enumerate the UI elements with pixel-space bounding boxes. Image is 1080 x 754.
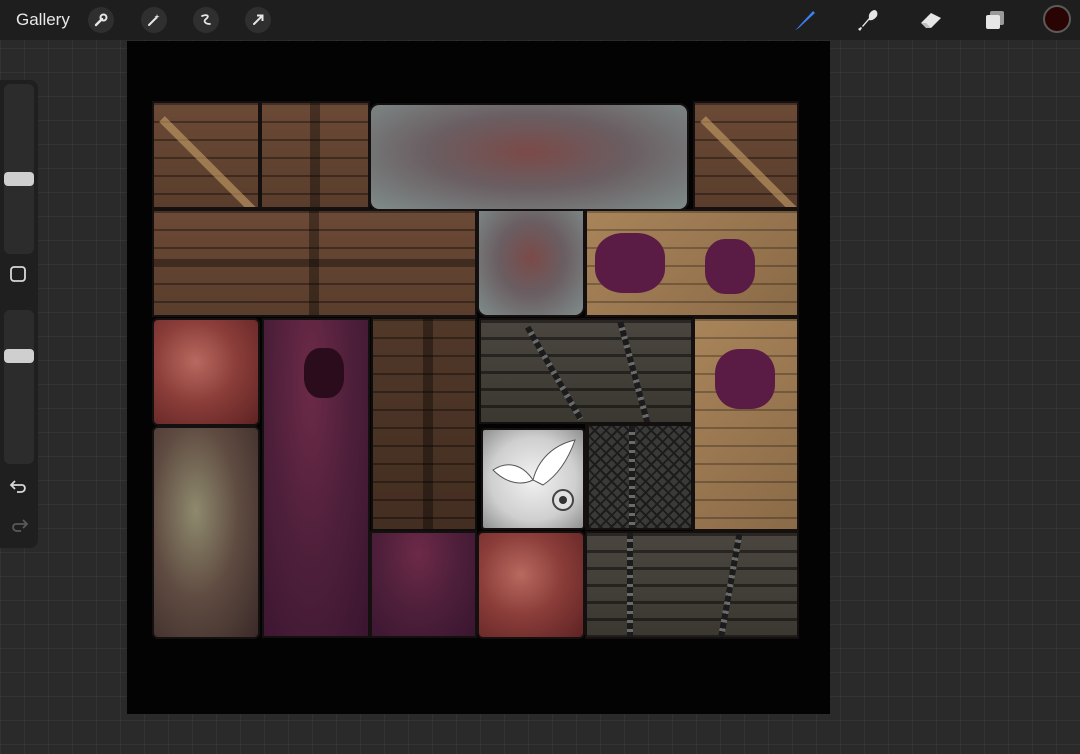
artwork-dark-crate-tile (371, 317, 477, 531)
transform-arrow-icon[interactable] (245, 7, 271, 33)
redo-icon[interactable] (9, 517, 29, 533)
artwork-light-wood-tile (585, 209, 799, 317)
artwork-plank-tile (585, 424, 589, 530)
brush-size-handle[interactable] (4, 172, 34, 186)
drawing-canvas[interactable] (127, 41, 830, 714)
magic-wand-icon[interactable] (141, 7, 167, 33)
opacity-slider[interactable] (4, 310, 34, 464)
artwork-flesh-tile (152, 318, 260, 426)
artwork-grey-plank-tile (479, 318, 693, 424)
artwork-wood-tile (152, 209, 477, 317)
artwork-purple-flesh-tile (262, 318, 370, 638)
eraser-icon[interactable] (917, 6, 945, 34)
artwork-crate-tile (693, 101, 799, 209)
artwork-purple-flesh-tile (370, 531, 477, 638)
undo-icon[interactable] (9, 478, 29, 494)
selection-icon[interactable] (193, 7, 219, 33)
artwork-crate-tile (152, 101, 260, 209)
artwork-wood-tile (260, 101, 370, 209)
artwork-flesh-tile (477, 531, 585, 639)
artwork-mirror-tile (477, 209, 585, 317)
smudge-icon[interactable] (854, 6, 882, 34)
color-swatch[interactable] (1043, 5, 1071, 33)
artwork-light-wood-tile (693, 317, 799, 531)
artwork-grey-plank-tile (585, 531, 799, 639)
artwork-grate-tile (587, 424, 693, 530)
layers-icon[interactable] (981, 6, 1009, 34)
brush-icon[interactable] (790, 6, 818, 34)
gallery-button[interactable]: Gallery (16, 10, 70, 30)
artwork-mirror-tile (369, 103, 689, 211)
modify-square-icon[interactable] (9, 265, 27, 283)
artwork-slime-tile (152, 426, 260, 639)
top-toolbar: Gallery (0, 0, 1080, 40)
left-sidebar (0, 80, 38, 548)
opacity-handle[interactable] (4, 349, 34, 363)
wrench-icon[interactable] (88, 7, 114, 33)
artwork-silver-bird-tile (481, 428, 585, 530)
brush-size-slider[interactable] (4, 84, 34, 254)
